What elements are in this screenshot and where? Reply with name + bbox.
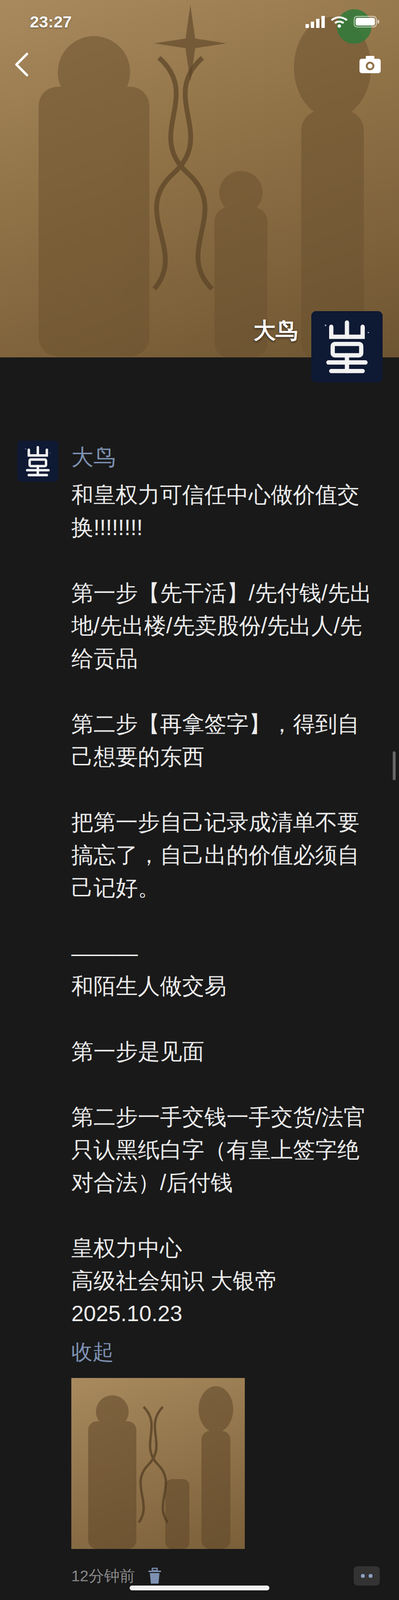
back-icon[interactable] — [12, 52, 32, 78]
paragraph: 把第一步自己记录成清单不要搞忘了，自己出的价值必须自己记好。 — [71, 806, 380, 905]
dot-icon — [360, 1574, 365, 1579]
nav-bar — [0, 52, 399, 78]
profile-avatar[interactable] — [311, 311, 383, 383]
status-bar: 23:27 — [0, 0, 399, 44]
post-text: 和皇权力可信任中心做价值交换!!!!!!!! 第一步【先干活】/先付钱/先出地/先… — [71, 478, 380, 1331]
paragraph: 皇权力中心 高级社会知识 大银帝 2025.10.23 — [71, 1232, 380, 1331]
moment-post: 大鸟和皇权力可信任中心做价值交换!!!!!!!! 第一步【先干活】/先付钱/先出地… — [0, 357, 399, 1592]
paragraph: 第一步【先干活】/先付钱/先出地/先出楼/先卖股份/先出人/先给贡品 — [71, 576, 380, 676]
camera-icon[interactable] — [358, 54, 382, 75]
collapse-link[interactable]: 收起 — [71, 1336, 380, 1370]
clock: 23:27 — [29, 12, 72, 32]
scrollbar[interactable] — [392, 751, 396, 781]
post-image[interactable] — [71, 1378, 245, 1550]
profile-name: 大鸟 — [253, 316, 298, 346]
dot-icon — [368, 1574, 373, 1579]
status-icons — [305, 15, 380, 28]
paragraph: 第二步一手交钱一手交货/法官只认黑纸白字（有皇上签字绝对合法）/后付钱 — [71, 1101, 380, 1200]
trash-icon[interactable] — [147, 1568, 162, 1585]
signal-icon — [305, 15, 325, 28]
cover-photo: 23:27 — [0, 0, 399, 358]
paragraph: ——— 和陌生人做交易 — [71, 937, 380, 1003]
post-content: 大鸟和皇权力可信任中心做价值交换!!!!!!!! 第一步【先干活】/先付钱/先出地… — [71, 440, 380, 1592]
profile-header: 大鸟 — [253, 311, 383, 383]
avatar-logo-icon — [17, 440, 59, 482]
paragraph: 第二步【再拿签字】，得到自己想要的东西 — [71, 707, 380, 774]
home-indicator[interactable] — [129, 1586, 270, 1592]
paragraph: 第一步是见面 — [71, 1035, 380, 1069]
photo-art — [71, 1378, 245, 1550]
paragraph: 和皇权力可信任中心做价值交换!!!!!!!! — [71, 478, 380, 545]
post-time: 12分钟前 — [71, 1566, 135, 1588]
more-button[interactable] — [353, 1567, 380, 1587]
avatar-logo-icon — [311, 311, 383, 383]
author-name[interactable]: 大鸟 — [71, 440, 380, 474]
author-avatar[interactable] — [17, 440, 59, 482]
wifi-icon — [330, 15, 348, 28]
battery-icon — [353, 15, 380, 28]
